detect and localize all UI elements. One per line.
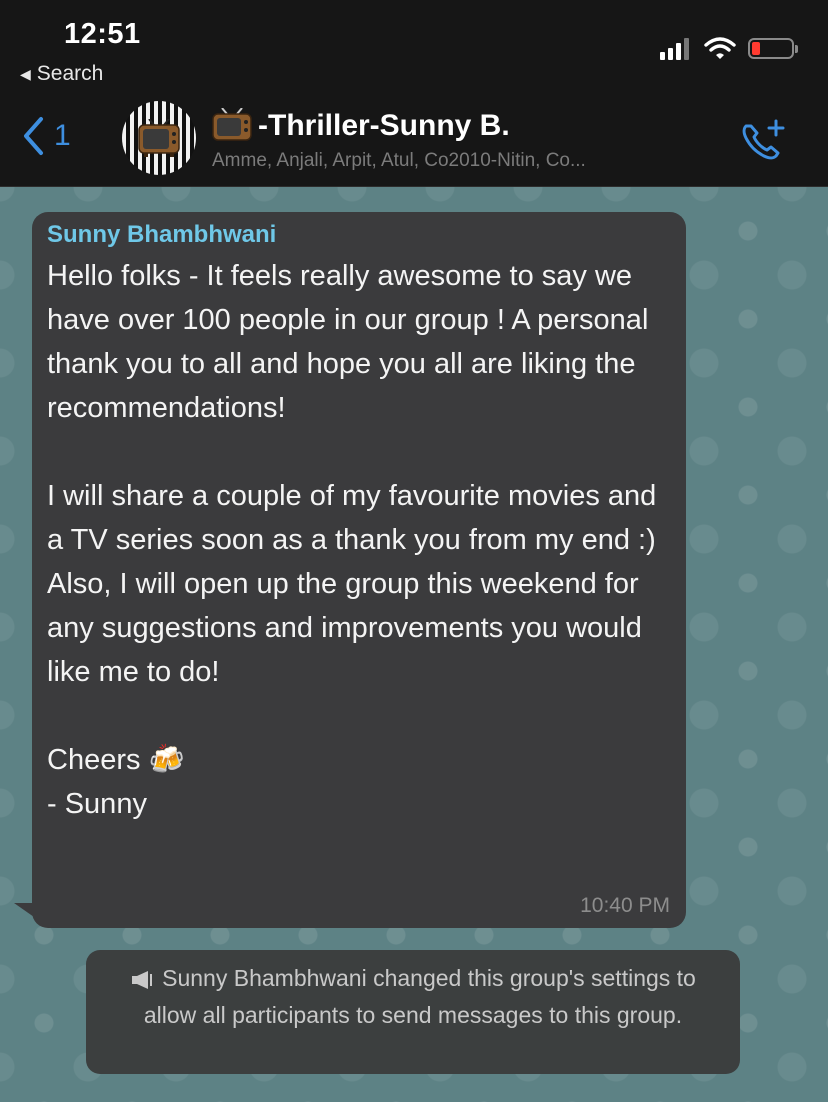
message-text: Hello folks - It feels really awesome to…	[47, 260, 657, 820]
group-info[interactable]: -Thriller-Sunny B. Amme, Anjali, Arpit, …	[212, 108, 722, 172]
status-time: 12:51	[64, 18, 141, 50]
chat-header: 1 -Thriller-Sunny B. Amme, Anjali, Arpit…	[0, 96, 828, 187]
unread-count: 1	[54, 119, 71, 152]
message-bubble[interactable]: Sunny Bhambhwani Hello folks - It feels …	[32, 212, 686, 928]
megaphone-icon	[132, 970, 153, 989]
back-to-app-label: Search	[36, 62, 104, 85]
system-notice-text: Sunny Bhambhwani changed this group's se…	[143, 965, 696, 1028]
back-to-app-button[interactable]: ◀ Search	[20, 62, 103, 86]
wifi-icon	[704, 37, 736, 59]
message-sender[interactable]: Sunny Bhambhwani	[47, 220, 666, 250]
group-avatar[interactable]	[122, 101, 196, 175]
add-call-icon	[742, 119, 785, 160]
back-button[interactable]: 1	[22, 116, 71, 156]
television-icon	[212, 108, 252, 141]
chevron-left-icon	[24, 117, 43, 155]
group-title: -Thriller-Sunny B.	[212, 108, 722, 144]
battery-icon	[748, 37, 798, 59]
back-triangle-icon: ◀	[20, 65, 31, 82]
status-icons	[660, 36, 798, 60]
television-icon	[138, 119, 180, 157]
status-bar: 12:51 ◀ Search	[0, 0, 828, 96]
chat-background[interactable]: Sunny Bhambhwani Hello folks - It feels …	[0, 187, 828, 1102]
group-participants: Amme, Anjali, Arpit, Atul, Co2010-Nitin,…	[212, 150, 586, 171]
system-notice: Sunny Bhambhwani changed this group's se…	[86, 950, 740, 1074]
cellular-signal-icon	[660, 36, 692, 60]
add-call-button[interactable]	[740, 118, 786, 167]
message-time: 10:40 PM	[580, 894, 670, 917]
group-name: -Thriller-Sunny B.	[258, 109, 510, 142]
message-bubble-tail	[14, 903, 34, 917]
